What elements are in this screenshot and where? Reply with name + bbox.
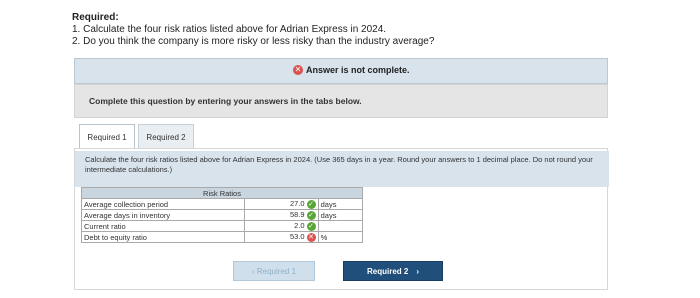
status-text: Answer is not complete. (306, 65, 410, 75)
required-title: Required: (72, 12, 119, 23)
next-label: Required 2 (366, 266, 409, 276)
error-icon: ✕ (293, 65, 303, 75)
risk-ratios-table: Risk Ratios Average collection period 27… (81, 187, 364, 243)
answer-input[interactable]: 58.9 ✓ (243, 209, 319, 221)
required-q2: 2. Do you think the company is more risk… (72, 36, 435, 47)
answer-value: 53.0 (290, 232, 305, 242)
answer-input[interactable]: 27.0 ✓ (243, 198, 319, 210)
row-label: Debt to equity ratio (81, 231, 245, 243)
status-banner: ✕ Answer is not complete. (74, 58, 608, 84)
required-section: Required: 1. Calculate the four risk rat… (72, 12, 434, 48)
table-row: Debt to equity ratio 53.0 ✕ % (81, 231, 364, 243)
instructions-bar: Complete this question by entering your … (74, 84, 608, 118)
answer-value: 27.0 (290, 199, 305, 209)
chevron-right-icon: › (416, 266, 419, 276)
tab-required-2[interactable]: Required 2 (138, 124, 194, 150)
tab-label: Required 1 (87, 132, 127, 142)
cross-icon: ✕ (306, 232, 316, 242)
row-label: Average days in inventory (81, 209, 245, 221)
tab-panel: Calculate the four risk ratios listed ab… (74, 148, 609, 290)
answer-value: 2.0 (294, 221, 305, 231)
tab-label: Required 2 (146, 132, 186, 142)
row-label: Current ratio (81, 220, 245, 232)
instructions-text: Complete this question by entering your … (89, 96, 362, 106)
row-label: Average collection period (81, 198, 245, 210)
prev-label: Required 1 (256, 266, 297, 276)
next-button[interactable]: Required 2 › (343, 261, 443, 281)
tab-required-1[interactable]: Required 1 (79, 124, 135, 149)
table-row: Average days in inventory 58.9 ✓ days (81, 209, 364, 221)
table-row: Average collection period 27.0 ✓ days (81, 198, 364, 210)
row-unit (317, 220, 364, 232)
row-unit: % (317, 231, 364, 243)
check-icon: ✓ (306, 221, 316, 231)
answer-value: 58.9 (290, 210, 305, 220)
prev-button[interactable]: ‹ Required 1 (233, 261, 315, 281)
row-unit: days (317, 209, 364, 221)
answer-input[interactable]: 2.0 ✓ (243, 220, 319, 232)
table-row: Current ratio 2.0 ✓ (81, 220, 364, 232)
row-unit: days (317, 198, 364, 210)
check-icon: ✓ (306, 210, 316, 220)
table-header: Risk Ratios (81, 187, 363, 199)
answer-input[interactable]: 53.0 ✕ (243, 231, 319, 243)
check-icon: ✓ (306, 199, 316, 209)
panel-instruction: Calculate the four risk ratios listed ab… (75, 151, 609, 187)
required-q1: 1. Calculate the four risk ratios listed… (72, 24, 387, 35)
